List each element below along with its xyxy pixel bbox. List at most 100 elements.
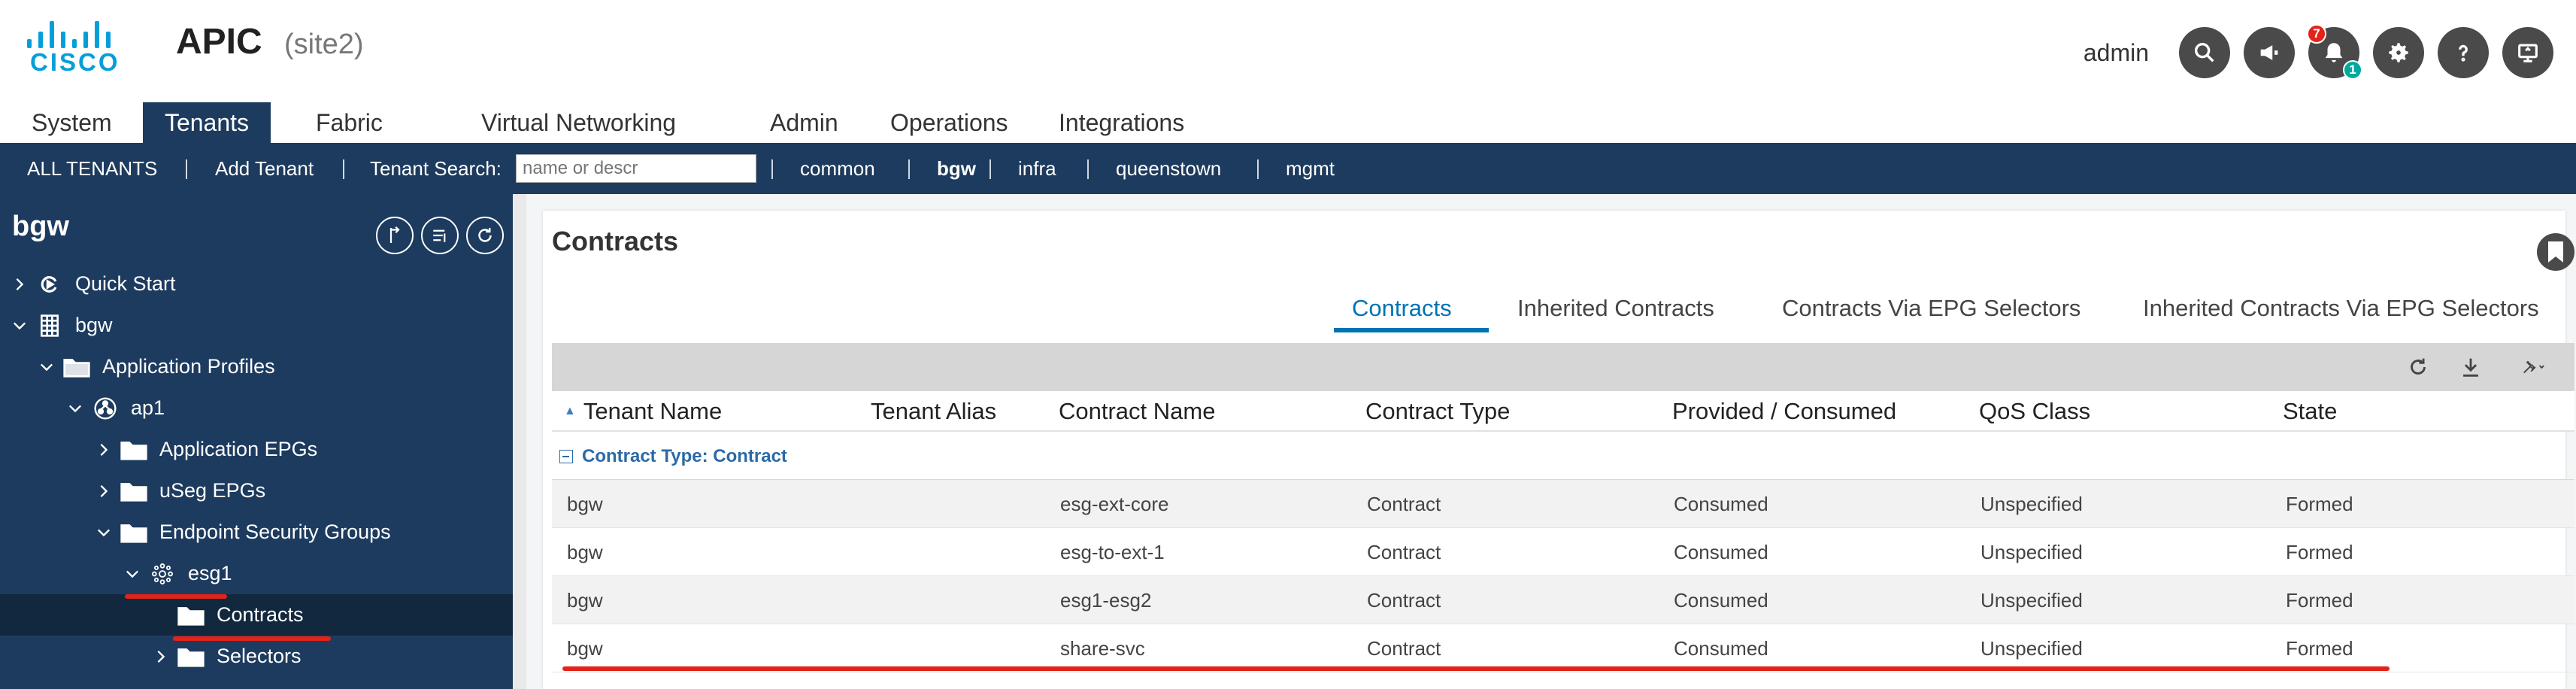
annotation-underline-share-svc-row	[562, 666, 2390, 671]
tree-item-application-profiles[interactable]: Application Profiles	[0, 346, 513, 387]
menu-admin[interactable]: Admin	[770, 102, 838, 143]
tenant-bar-divider	[989, 159, 991, 179]
folder-icon	[119, 437, 149, 463]
search-icon[interactable]	[2179, 27, 2230, 78]
tree-item-label: Contracts	[217, 603, 304, 626]
tree-item-ap1[interactable]: ap1	[0, 387, 513, 429]
tenant-grid-icon	[35, 313, 65, 338]
tab-contracts-via-epg-selectors[interactable]: Contracts Via EPG Selectors	[1782, 286, 2080, 331]
alerts-bell-icon[interactable]: 7 1	[2307, 24, 2362, 80]
menu-tenants[interactable]: Tenants	[143, 102, 271, 143]
chevron-right-icon[interactable]	[152, 648, 170, 666]
chevron-down-icon[interactable]	[123, 565, 141, 583]
cell-provided-consumed: Consumed	[1674, 588, 1768, 612]
tree-item-quick-start[interactable]: Quick Start	[0, 263, 513, 305]
tree-item-application-epgs[interactable]: Application EPGs	[0, 429, 513, 470]
tenant-bar-divider	[771, 159, 773, 179]
download-icon[interactable]	[2457, 354, 2484, 381]
tenant-bar-divider	[908, 159, 910, 179]
refresh-icon[interactable]	[2405, 354, 2432, 381]
cell-qos-class: Unspecified	[1980, 540, 2083, 563]
tab-contracts[interactable]: Contracts	[1352, 286, 1452, 331]
chevron-down-icon[interactable]	[66, 399, 84, 417]
tree-item-label: Quick Start	[75, 272, 176, 295]
tree-item-contracts[interactable]: Contracts	[0, 594, 513, 636]
cell-contract-type: Contract	[1367, 588, 1441, 612]
add-tenant-link[interactable]: Add Tenant	[215, 143, 314, 194]
folder-icon	[119, 520, 149, 545]
tree-item-label: esg1	[188, 562, 232, 584]
chevron-right-icon[interactable]	[95, 482, 113, 500]
cell-contract-name[interactable]: esg1-esg2	[1060, 576, 1151, 624]
column-header-qos-class[interactable]: QoS Class	[1979, 391, 2090, 432]
table-row[interactable]: bgw esg1-esg2 Contract Consumed Unspecif…	[552, 576, 2574, 624]
cell-qos-class: Unspecified	[1980, 588, 2083, 612]
column-header-contract-type[interactable]: Contract Type	[1365, 391, 1510, 432]
cell-contract-name[interactable]: share-svc	[1060, 624, 1145, 672]
tree-item-useg-epgs[interactable]: uSeg EPGs	[0, 470, 513, 511]
chevron-right-icon[interactable]	[11, 275, 29, 293]
chevron-down-icon[interactable]	[11, 317, 29, 335]
tree-collapse-icon[interactable]	[421, 217, 459, 254]
tree-item-selectors[interactable]: Selectors	[0, 636, 513, 677]
column-header-state[interactable]: State	[2283, 391, 2337, 432]
tenant-bar-divider	[1087, 159, 1089, 179]
announcement-icon[interactable]	[2244, 27, 2295, 78]
username[interactable]: admin	[2084, 39, 2149, 67]
site-label: (site2)	[284, 29, 364, 60]
gear-icon[interactable]	[2373, 27, 2424, 78]
refresh-icon[interactable]	[466, 217, 504, 254]
bookmark-icon[interactable]	[2537, 233, 2574, 271]
tools-dropdown-icon[interactable]	[2511, 354, 2556, 381]
tab-inherited-contracts[interactable]: Inherited Contracts	[1517, 286, 1714, 331]
sidebar-scrollbar[interactable]	[513, 194, 526, 689]
menu-operations[interactable]: Operations	[890, 102, 1008, 143]
cell-state: Formed	[2286, 540, 2353, 563]
cell-state: Formed	[2286, 636, 2353, 660]
column-header-contract-name[interactable]: Contract Name	[1059, 391, 1215, 432]
column-header-tenant-alias[interactable]: Tenant Alias	[871, 391, 996, 432]
cell-state: Formed	[2286, 588, 2353, 612]
chevron-down-icon[interactable]	[38, 358, 56, 376]
tenant-search-input[interactable]	[516, 154, 756, 183]
menu-fabric[interactable]: Fabric	[316, 102, 383, 143]
annotation-underline-contracts	[173, 636, 331, 641]
tenant-search-label: Tenant Search:	[370, 156, 502, 180]
tree-item-esg1[interactable]: esg1	[0, 553, 513, 594]
cell-contract-type: Contract	[1367, 540, 1441, 563]
menu-integrations[interactable]: Integrations	[1059, 102, 1184, 143]
tenant-link-infra[interactable]: infra	[1018, 143, 1056, 194]
chevron-down-icon[interactable]	[95, 524, 113, 542]
tree-item-endpoint-security-groups[interactable]: Endpoint Security Groups	[0, 511, 513, 553]
folder-icon	[119, 478, 149, 504]
tenant-link-queenstown[interactable]: queenstown	[1116, 143, 1221, 194]
table-group-row[interactable]: Contract Type: Contract	[552, 433, 2574, 480]
help-icon[interactable]	[2438, 27, 2489, 78]
tree-item-tenant-bgw[interactable]: bgw	[0, 305, 513, 346]
active-tab-indicator	[1334, 328, 1489, 332]
sort-ascending-icon[interactable]: ▲	[564, 405, 576, 418]
tree-expand-icon[interactable]	[376, 217, 414, 254]
cell-tenant: bgw	[567, 492, 603, 515]
screen-share-icon[interactable]	[2502, 27, 2553, 78]
tab-inherited-contracts-via-epg-selectors[interactable]: Inherited Contracts Via EPG Selectors	[2143, 286, 2539, 331]
app-profile-icon	[90, 396, 120, 421]
table-row[interactable]: bgw esg-to-ext-1 Contract Consumed Unspe…	[552, 528, 2574, 576]
cell-contract-name[interactable]: esg-ext-core	[1060, 480, 1169, 528]
tenant-link-mgmt[interactable]: mgmt	[1286, 143, 1335, 194]
menu-virtual-networking[interactable]: Virtual Networking	[481, 102, 676, 143]
collapse-group-icon[interactable]	[559, 449, 573, 463]
tree-item-label: Application Profiles	[102, 355, 275, 378]
sidebar-tools	[368, 217, 504, 254]
all-tenants-link[interactable]: ALL TENANTS	[27, 143, 157, 194]
table-row[interactable]: bgw share-svc Contract Consumed Unspecif…	[552, 624, 2574, 672]
column-header-tenant-name[interactable]: ▲ Tenant Name	[564, 391, 722, 432]
tenant-link-common[interactable]: common	[800, 143, 875, 194]
cisco-logo[interactable]: CISCO	[26, 18, 118, 76]
column-header-provided-consumed[interactable]: Provided / Consumed	[1672, 391, 1896, 432]
cell-contract-name[interactable]: esg-to-ext-1	[1060, 528, 1165, 576]
chevron-right-icon[interactable]	[95, 441, 113, 459]
table-row[interactable]: bgw esg-ext-core Contract Consumed Unspe…	[552, 480, 2574, 528]
tenant-link-bgw[interactable]: bgw	[937, 143, 976, 194]
menu-system[interactable]: System	[32, 102, 112, 143]
